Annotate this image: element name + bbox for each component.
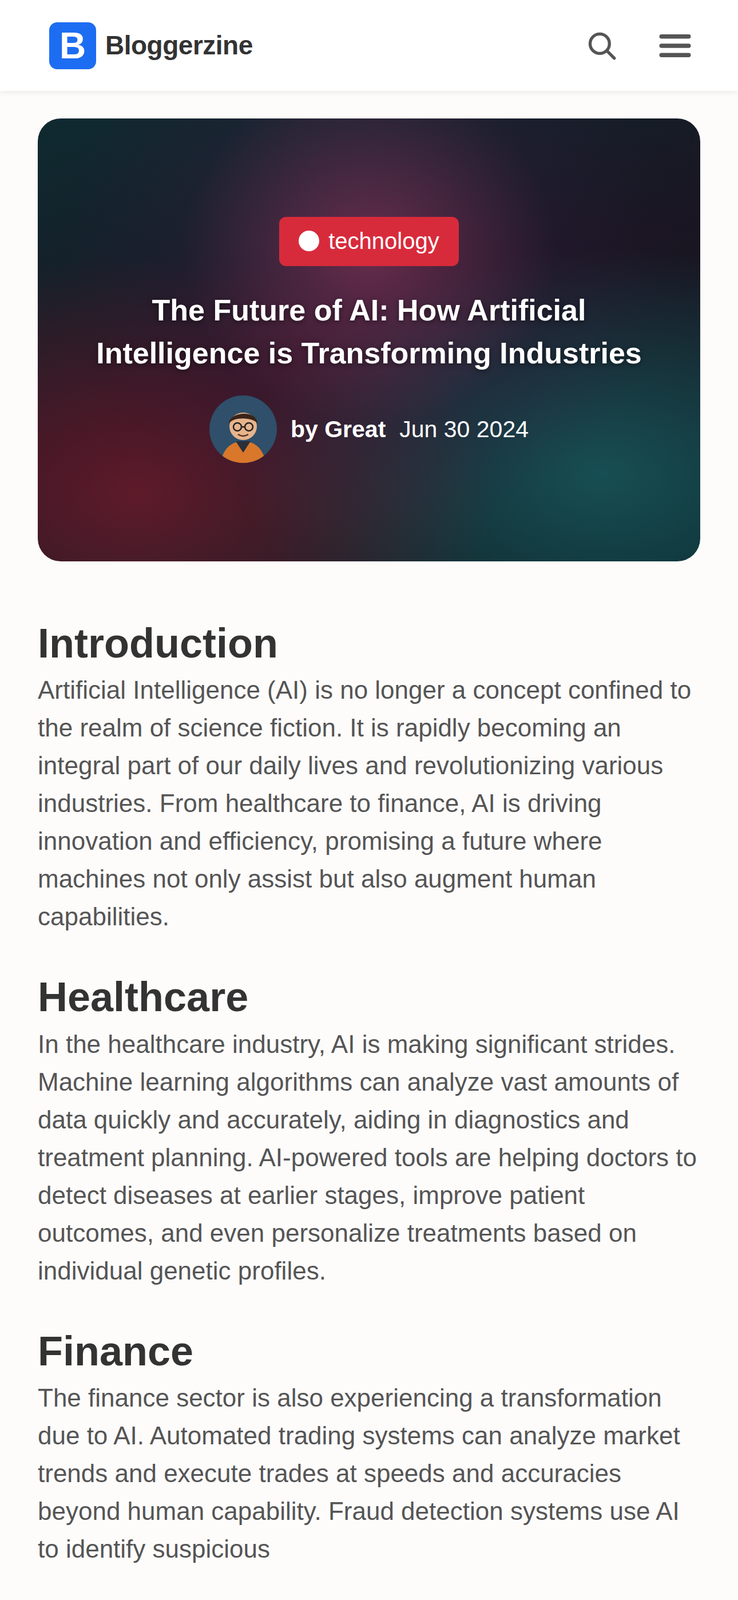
section-paragraph: Artificial Intelligence (AI) is no longe…: [37, 671, 701, 936]
category-badge[interactable]: technology: [279, 216, 459, 267]
site-logo[interactable]: B Bloggerzine: [49, 22, 253, 70]
section-heading: Healthcare: [37, 971, 701, 1022]
article-section: IntroductionArtificial Intelligence (AI)…: [37, 618, 701, 936]
article-title: The Future of AI: How Artificial Intelli…: [77, 288, 661, 376]
avatar-icon[interactable]: [209, 395, 277, 463]
section-heading: Finance: [37, 1326, 701, 1376]
author-meta: by Great Jun 30 2024: [209, 395, 529, 463]
hero-card: technology The Future of AI: How Artific…: [37, 118, 701, 562]
article-section: FinanceThe finance sector is also experi…: [37, 1326, 701, 1568]
logo-mark: B: [49, 22, 97, 70]
section-paragraph: In the healthcare industry, AI is making…: [37, 1025, 701, 1290]
section-paragraph: The finance sector is also experiencing …: [37, 1378, 701, 1568]
menu-icon[interactable]: [652, 22, 698, 69]
author-name[interactable]: by Great: [290, 411, 386, 448]
article-section: HealthcareIn the healthcare industry, AI…: [37, 971, 701, 1289]
category-label: technology: [328, 223, 439, 259]
site-header: B Bloggerzine: [0, 0, 738, 91]
dot-icon: [298, 230, 320, 252]
brand-name: Bloggerzine: [105, 25, 253, 66]
section-heading: Introduction: [37, 618, 701, 668]
publish-date: Jun 30 2024: [399, 411, 529, 448]
search-icon[interactable]: [578, 22, 625, 69]
article-body: IntroductionArtificial Intelligence (AI)…: [0, 561, 738, 1600]
